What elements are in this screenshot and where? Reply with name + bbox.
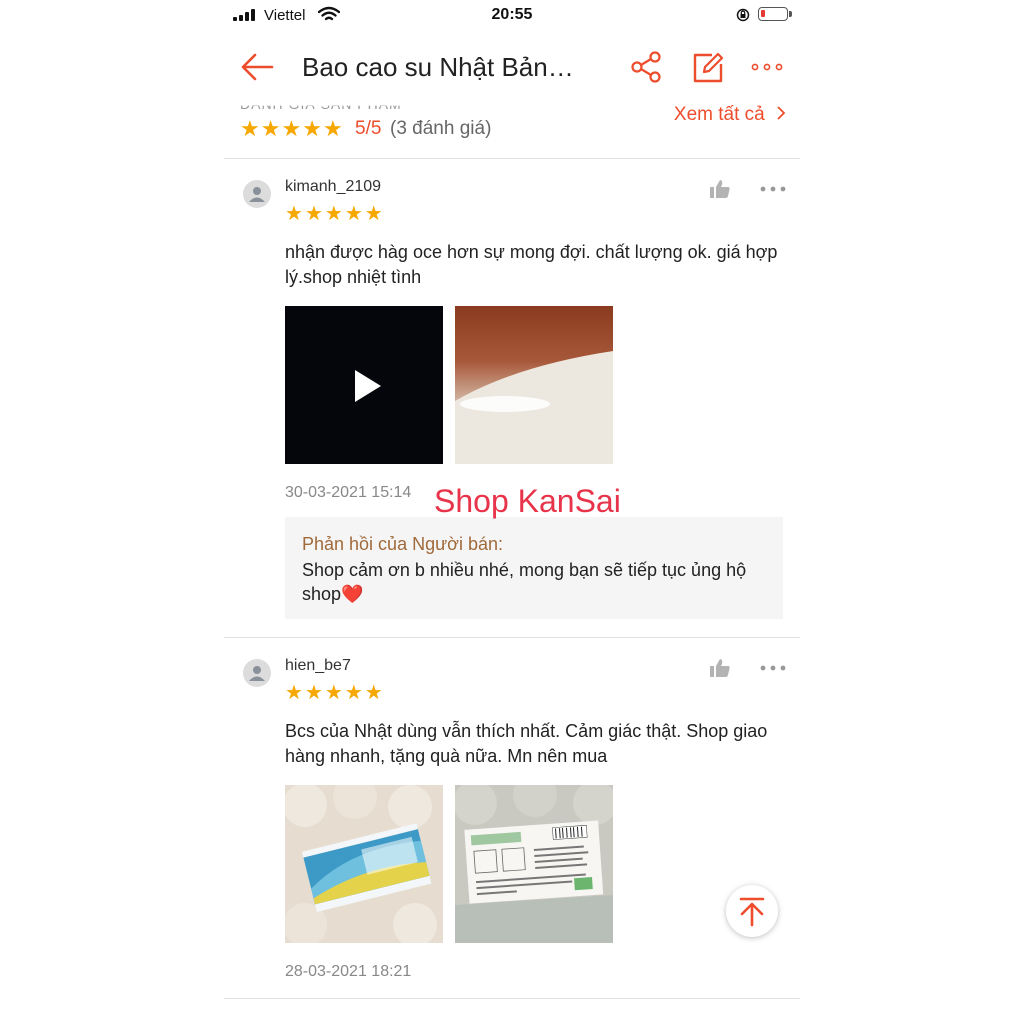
like-icon[interactable] — [709, 658, 731, 678]
star-icon: ★ — [240, 116, 260, 141]
star-icon: ★ — [304, 203, 323, 225]
user-icon — [249, 666, 265, 681]
share-icon[interactable] — [628, 50, 664, 84]
star-icon: ★ — [285, 203, 303, 225]
photo-image — [455, 306, 613, 464]
clock: 20:55 — [491, 6, 533, 23]
orientation-lock-icon — [736, 8, 750, 22]
review-video-thumbnail[interactable] — [285, 306, 443, 464]
divider — [224, 998, 800, 999]
back-arrow-icon[interactable] — [240, 52, 274, 82]
rating-summary: ĐÁNH GIÁ SẢN PHẨM ★★★★★ 5/5 (3 đánh giá)… — [224, 104, 800, 158]
star-icon: ★ — [344, 682, 363, 704]
review-text: nhận được hàg oce hơn sự mong đợi. chất … — [285, 242, 778, 287]
review-photo[interactable] — [455, 785, 613, 943]
scroll-to-top-icon — [739, 897, 765, 927]
review-stars: ★ ★ ★ ★ ★ — [285, 683, 385, 704]
star-icon: ★ — [324, 682, 343, 704]
scroll-to-top-button[interactable] — [726, 885, 778, 937]
chevron-right-icon — [777, 106, 786, 120]
edit-icon[interactable] — [690, 50, 726, 84]
summary-stars: ★★★★★ — [240, 118, 344, 141]
star-icon: ★ — [324, 203, 343, 225]
photo-image — [285, 785, 443, 943]
star-icon: ★ — [364, 682, 383, 704]
star-icon: ★ — [281, 116, 302, 141]
review-date: 28-03-2021 18:21 — [285, 963, 412, 980]
like-icon[interactable] — [709, 179, 731, 199]
star-icon: ★ — [344, 203, 363, 225]
status-bar: Viettel 20:55 — [224, 0, 800, 30]
seller-reply-text: Shop cảm ơn b nhiều nhé, mong bạn sẽ tiế… — [302, 560, 747, 604]
review-photo[interactable] — [455, 306, 613, 464]
shop-watermark: Shop KanSai — [434, 483, 621, 519]
review-stars: ★ ★ ★ ★ ★ — [285, 204, 385, 225]
photo-image — [455, 785, 613, 943]
app-header: Bao cao su Nhật Bản… — [224, 36, 800, 100]
user-icon — [249, 187, 265, 202]
see-all-label: Xem tất cả — [673, 104, 765, 125]
seller-reply-label: Phản hồi của Người bán: — [302, 534, 503, 554]
more-icon[interactable] — [750, 50, 784, 84]
star-icon: ★ — [304, 682, 323, 704]
rating-count: (3 đánh giá) — [390, 118, 492, 139]
review-username: kimanh_2109 — [285, 178, 382, 195]
avatar[interactable] — [243, 659, 271, 687]
review-item: hien_be7 ★ ★ ★ ★ ★ Bcs của Nhật dùng vẫn thí… — [224, 638, 800, 998]
battery-icon — [758, 7, 792, 21]
star-icon: ★ — [302, 116, 322, 141]
more-icon[interactable] — [760, 185, 786, 193]
see-all-link[interactable]: Xem tất cả — [674, 104, 786, 126]
review-photo[interactable] — [285, 785, 443, 943]
more-icon[interactable] — [760, 664, 786, 672]
review-username: hien_be7 — [285, 657, 351, 674]
star-icon: ★ — [322, 116, 343, 141]
page-title: Bao cao su Nhật Bản… — [302, 52, 574, 82]
play-icon — [355, 370, 381, 402]
star-icon: ★ — [285, 682, 303, 704]
rating-score: 5/5 — [355, 118, 382, 139]
review-item: kimanh_2109 ★ ★ ★ ★ ★ nhận được hàg oce hơn … — [224, 159, 800, 637]
seller-reply: Phản hồi của Người bán: Shop cảm ơn b nh… — [285, 517, 783, 619]
avatar[interactable] — [243, 180, 271, 208]
review-date: 30-03-2021 15:14 — [285, 484, 412, 501]
star-icon: ★ — [260, 116, 281, 141]
review-text: Bcs của Nhật dùng vẫn thích nhất. Cảm gi… — [285, 721, 768, 766]
star-icon: ★ — [364, 203, 383, 225]
